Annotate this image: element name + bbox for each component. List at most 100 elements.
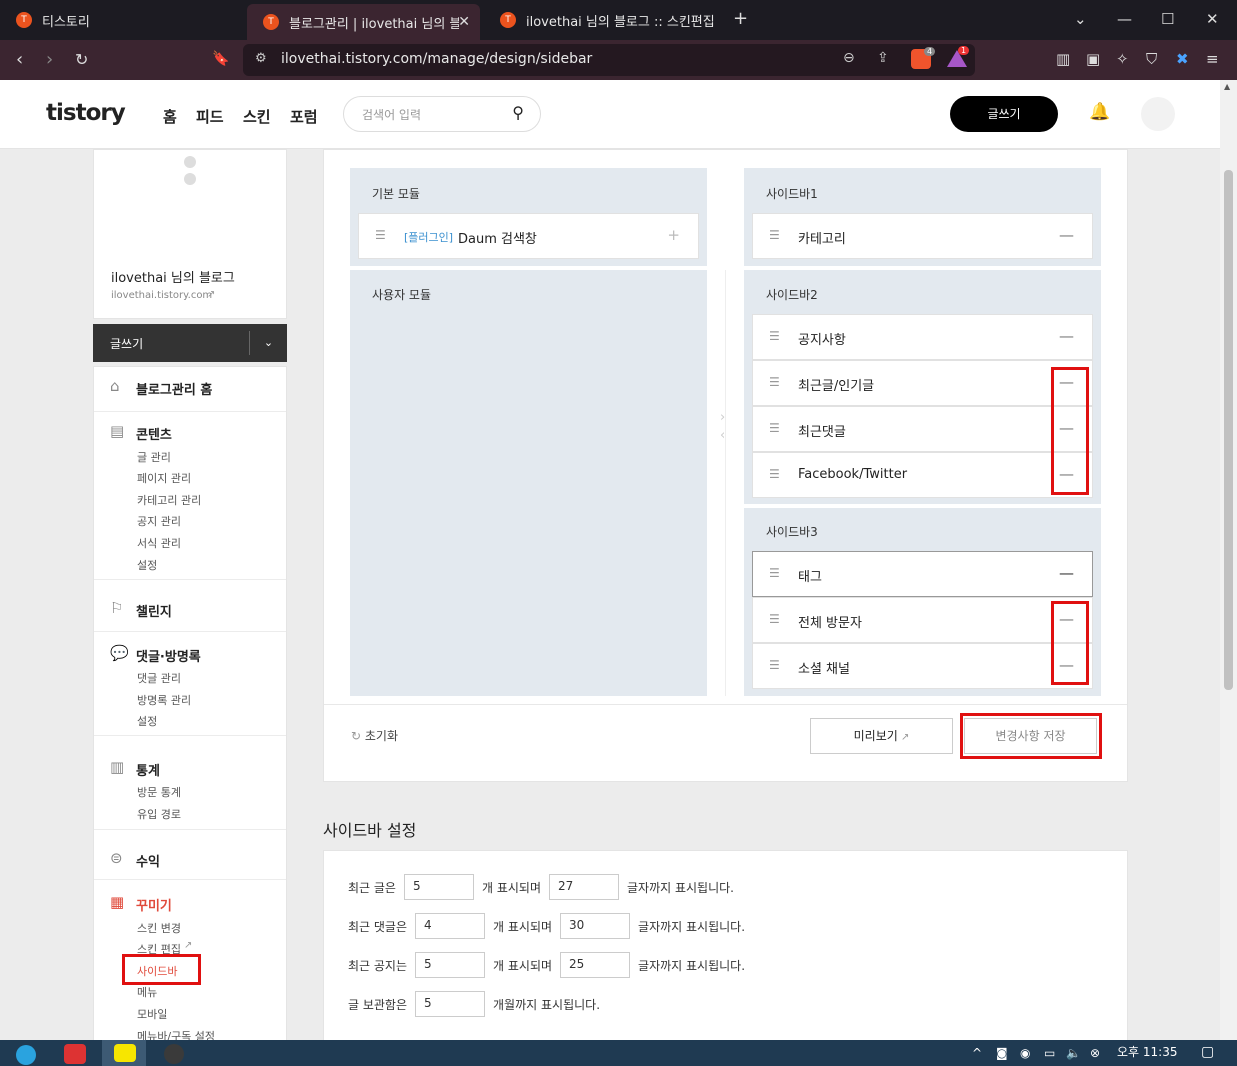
module-visitors[interactable]: ☰ 전체 방문자 — — [752, 597, 1093, 643]
minimize-icon[interactable]: — — [1117, 10, 1132, 28]
back-icon[interactable]: ‹ — [16, 49, 23, 70]
drag-handle-icon[interactable]: ☰ — [769, 329, 780, 343]
drag-handle-icon[interactable]: ☰ — [769, 375, 780, 389]
extension-icon[interactable]: ✖ — [1176, 50, 1189, 68]
module-notice[interactable]: ☰ 공지사항 — — [752, 314, 1093, 360]
nav-skin[interactable]: 스킨 — [243, 106, 271, 127]
scrollbar-thumb[interactable] — [1224, 170, 1233, 690]
menu-challenge[interactable]: 챌린지 — [136, 601, 172, 620]
nav-home[interactable]: 홈 — [163, 106, 177, 127]
pdf-app-icon[interactable] — [64, 1044, 86, 1064]
module-category[interactable]: ☰ 카테고리 — — [752, 213, 1093, 259]
add-module-icon[interactable]: + — [667, 226, 680, 244]
tab-tistory[interactable]: T 티스토리 — [0, 4, 240, 36]
tistory-logo[interactable]: tistory — [46, 100, 126, 126]
menu-icon[interactable]: ≡ — [1206, 50, 1219, 68]
recent-posts-length-input[interactable]: 27 — [549, 874, 619, 900]
menu-contents[interactable]: 콘텐츠 — [136, 424, 172, 443]
menu-mobile[interactable]: 모바일 — [137, 1006, 167, 1022]
close-window-icon[interactable]: ✕ — [1206, 10, 1219, 28]
ai-star-icon[interactable]: ✧ — [1116, 50, 1129, 68]
menu-comments[interactable]: 댓글·방명록 — [136, 646, 201, 665]
menu-content-settings[interactable]: 설정 — [137, 557, 157, 573]
notifications-icon[interactable]: ▢ — [1201, 1044, 1214, 1060]
menu-menu[interactable]: 메뉴 — [137, 984, 157, 1000]
tray-display-icon[interactable]: ▭ — [1044, 1046, 1055, 1060]
site-settings-icon[interactable]: ⚙ — [255, 51, 267, 66]
module-tag[interactable]: ☰ 태그 — — [752, 551, 1093, 597]
bookmark-icon[interactable]: 🔖 — [212, 51, 229, 67]
menu-comment-manage[interactable]: 댓글 관리 — [137, 670, 181, 686]
reset-button[interactable]: ↻ 초기화 — [351, 727, 398, 744]
tab-list-chevron-icon[interactable]: ⌄ — [1074, 10, 1087, 28]
clock[interactable]: 오후 11:35 — [1117, 1043, 1177, 1060]
menu-guestbook-manage[interactable]: 방명록 관리 — [137, 692, 191, 708]
tab-skin-edit[interactable]: T ilovethai 님의 블로그 :: 스킨편집 — [484, 4, 714, 36]
vpn-shield-icon[interactable]: ⛉ — [1146, 50, 1157, 68]
menu-referrer[interactable]: 유입 경로 — [137, 806, 181, 822]
search-icon[interactable]: ⚲ — [512, 103, 524, 122]
drag-handle-icon[interactable]: ☰ — [769, 467, 780, 481]
nav-feed[interactable]: 피드 — [196, 106, 224, 127]
zoom-icon[interactable]: ⊖ — [843, 50, 855, 66]
nav-forum[interactable]: 포럼 — [290, 106, 318, 127]
menu-skin-change[interactable]: 스킨 변경 — [137, 920, 181, 936]
drag-handle-icon[interactable]: ☰ — [769, 566, 780, 580]
remove-module-icon[interactable]: — — [1059, 327, 1074, 345]
sidebar-toggle-icon[interactable]: ▥ — [1056, 50, 1070, 68]
recent-comments-length-input[interactable]: 30 — [560, 913, 631, 939]
tray-close-icon[interactable]: ⊗ — [1090, 1046, 1100, 1060]
blog-name[interactable]: ilovethai 님의 블로그 — [111, 267, 235, 286]
telegram-icon[interactable] — [16, 1045, 36, 1065]
module-facebook-twitter[interactable]: ☰ Facebook/Twitter — — [752, 452, 1093, 498]
menu-page-manage[interactable]: 페이지 관리 — [137, 470, 191, 486]
menu-template-manage[interactable]: 서식 관리 — [137, 535, 181, 551]
page-scrollbar[interactable]: ▲ — [1220, 80, 1237, 1040]
avatar[interactable] — [1141, 97, 1175, 131]
tab-blog-manage[interactable]: T 블로그관리 | ilovethai 님의 블 ✕ — [247, 4, 480, 40]
wallet-icon[interactable]: ▣ — [1086, 50, 1100, 68]
search-input[interactable]: 검색어 입력 ⚲ — [343, 96, 541, 132]
archive-months-input[interactable]: 5 — [415, 991, 486, 1017]
forward-icon[interactable]: › — [46, 49, 53, 70]
recent-notices-count-input[interactable]: 5 — [415, 952, 486, 978]
drag-handle-icon[interactable]: ☰ — [769, 421, 780, 435]
drag-handle-icon[interactable]: ☰ — [769, 658, 780, 672]
menu-design[interactable]: 꾸미기 — [136, 895, 172, 914]
tray-chevron-icon[interactable]: ^ — [972, 1046, 982, 1060]
menu-blog-home[interactable]: 블로그관리 홈 — [136, 379, 212, 398]
game-app-icon[interactable] — [164, 1044, 184, 1064]
recent-posts-count-input[interactable]: 5 — [403, 874, 474, 900]
drag-handle-icon[interactable]: ☰ — [769, 228, 780, 242]
menu-comment-settings[interactable]: 설정 — [137, 713, 157, 729]
drag-handle-icon[interactable]: ☰ — [769, 612, 780, 626]
maximize-icon[interactable]: ☐ — [1161, 10, 1174, 28]
tray-network-icon[interactable]: ◉ — [1020, 1046, 1030, 1060]
recent-notices-length-input[interactable]: 25 — [560, 952, 631, 978]
sidebar-write-button[interactable]: 글쓰기 ⌄ — [93, 324, 287, 362]
menu-revenue[interactable]: 수익 — [136, 851, 160, 870]
menu-menubar-settings[interactable]: 메뉴바/구독 설정 — [137, 1028, 215, 1040]
write-button[interactable]: 글쓰기 — [950, 96, 1058, 132]
recent-comments-count-input[interactable]: 4 — [415, 913, 486, 939]
new-tab-icon[interactable]: + — [733, 8, 748, 29]
module-recent-posts[interactable]: ☰ 최근글/인기글 — — [752, 360, 1093, 406]
remove-module-icon[interactable]: — — [1059, 226, 1074, 244]
menu-post-manage[interactable]: 글 관리 — [137, 449, 171, 465]
module-recent-comments[interactable]: ☰ 최근댓글 — — [752, 406, 1093, 452]
menu-notice-manage[interactable]: 공지 관리 — [137, 513, 181, 529]
module-daum-search[interactable]: ☰ [플러그인] Daum 검색창 + — [358, 213, 699, 259]
chevron-down-icon[interactable]: ⌄ — [249, 331, 287, 355]
blog-url[interactable]: ilovethai.tistory.com — [111, 290, 212, 301]
address-field[interactable]: ⚙ ilovethai.tistory.com/manage/design/si… — [243, 44, 975, 76]
menu-category-manage[interactable]: 카테고리 관리 — [137, 492, 201, 508]
tray-app-icon[interactable]: ◙ — [996, 1046, 1008, 1060]
drag-handle-icon[interactable]: ☰ — [375, 228, 386, 242]
preview-button[interactable]: 미리보기 ↗ — [810, 718, 953, 754]
remove-module-icon[interactable]: — — [1059, 564, 1074, 582]
share-icon[interactable]: ⇪ — [877, 50, 889, 66]
reload-icon[interactable]: ↻ — [75, 50, 88, 69]
module-social-channel[interactable]: ☰ 소셜 채널 — — [752, 643, 1093, 689]
bell-icon[interactable]: 🔔 — [1089, 102, 1110, 122]
scroll-up-icon[interactable]: ▲ — [1224, 82, 1230, 91]
